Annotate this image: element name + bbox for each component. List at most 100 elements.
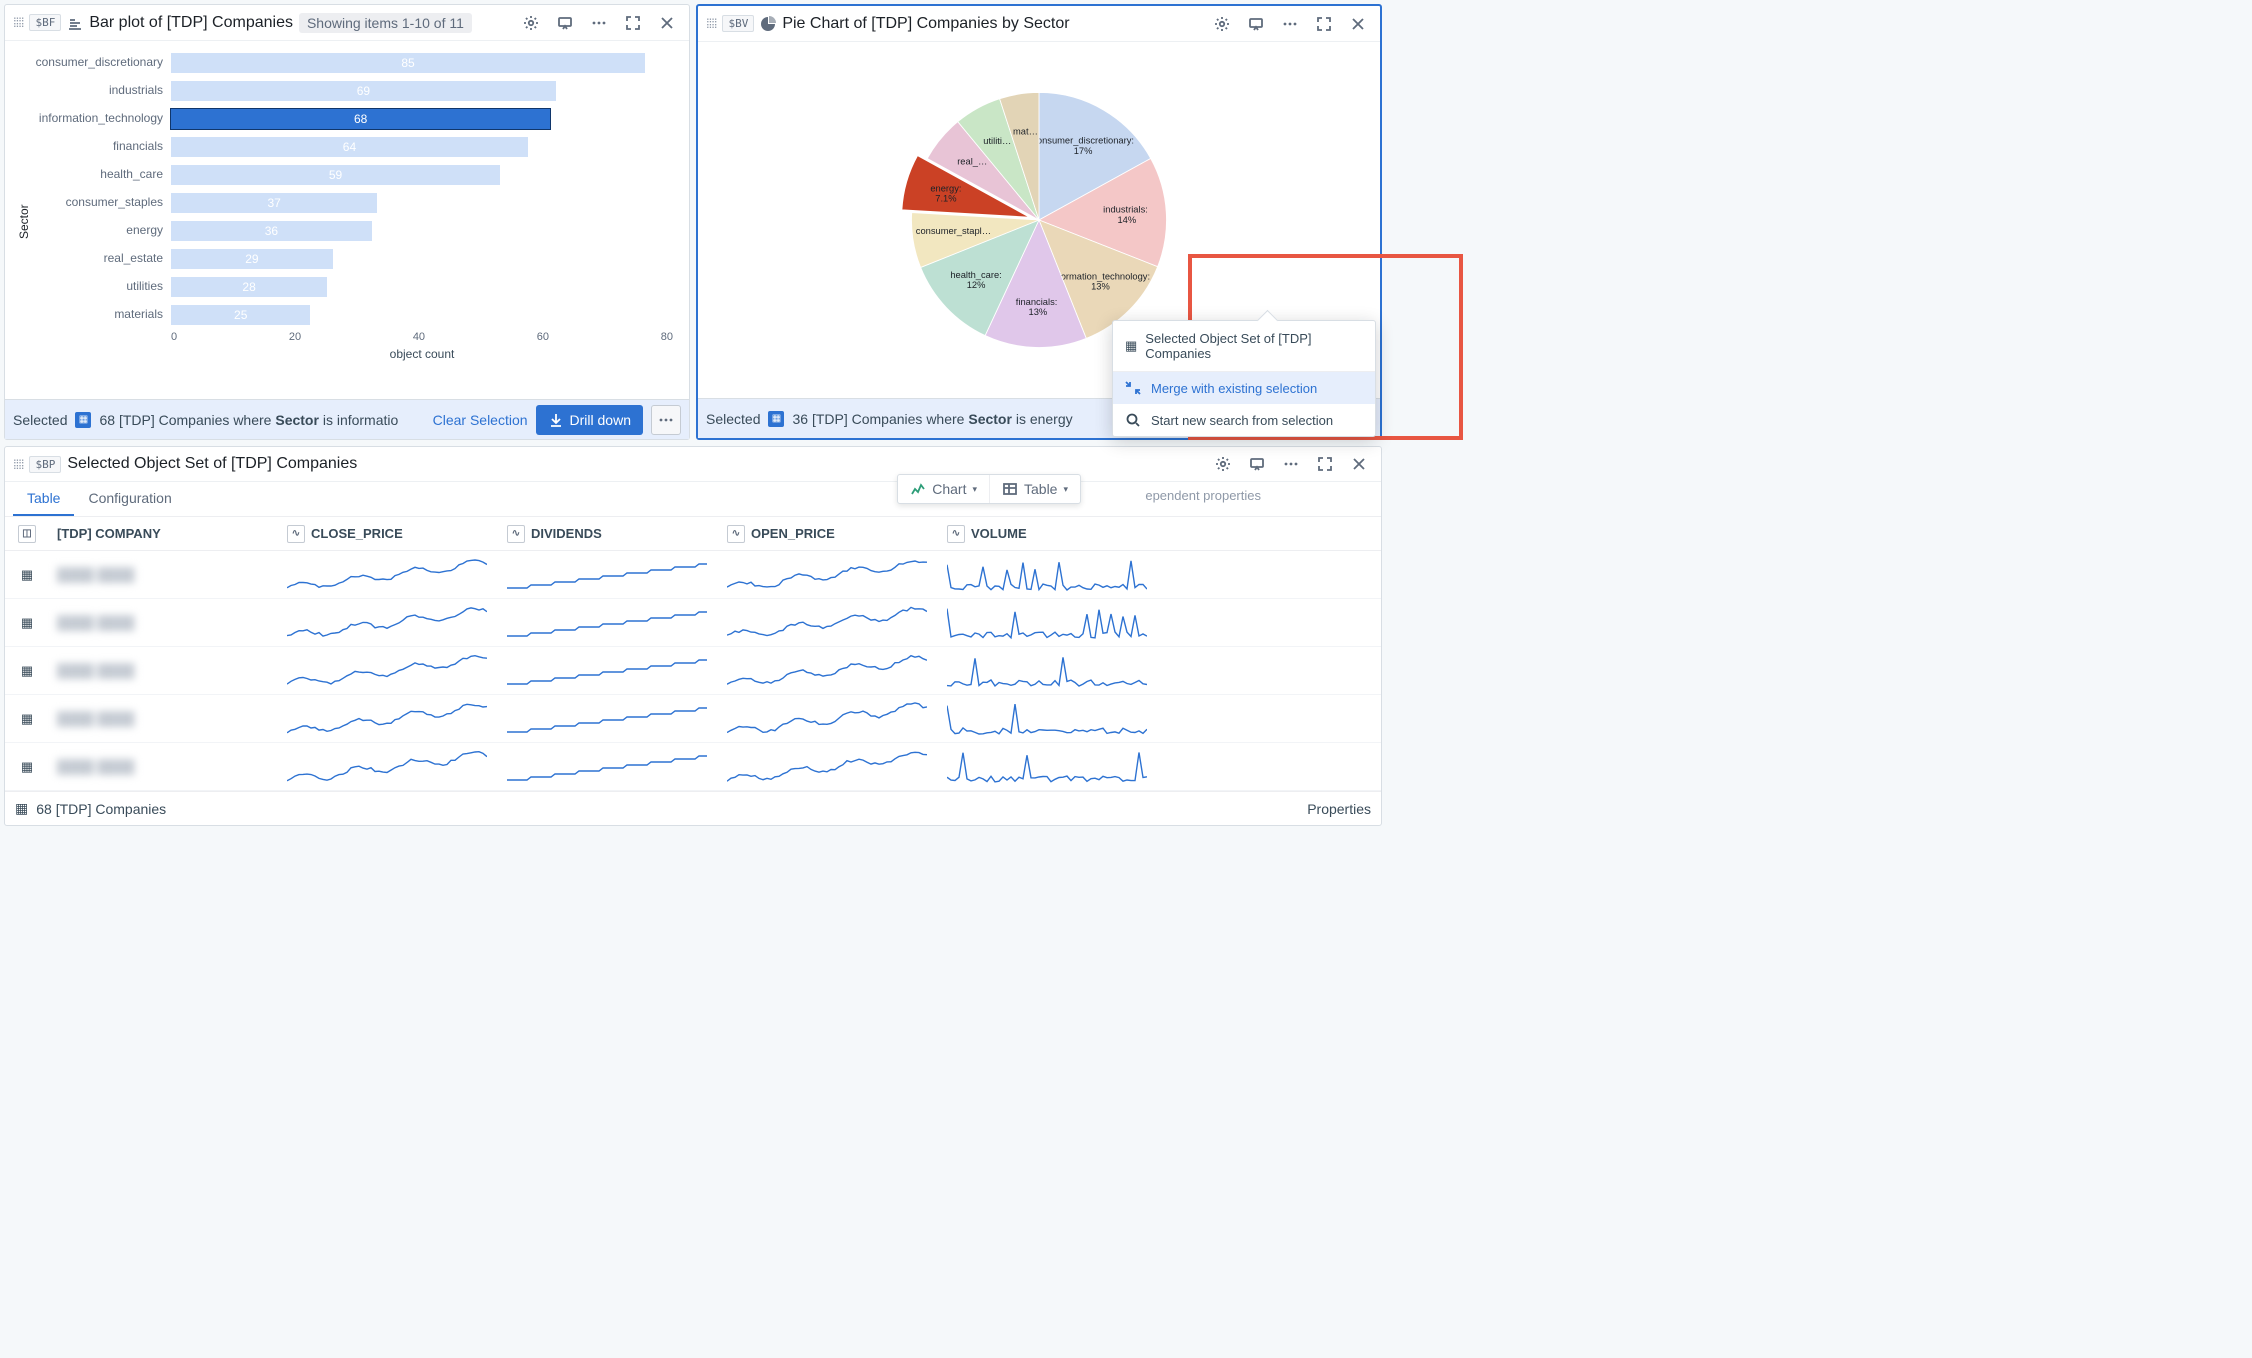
sparkline [947,748,1147,786]
sparkline [507,556,707,594]
bar-category-label: financials [35,140,163,153]
settings-button[interactable] [1208,10,1236,38]
present-button[interactable] [1243,450,1271,478]
clear-selection-link[interactable]: Clear Selection [433,412,528,428]
settings-button[interactable] [1209,450,1237,478]
pie-slice-label: consumer_stapl… [916,226,991,236]
selection-footer: Selected ▦ 68 [TDP] Companies where Sect… [5,399,689,439]
merge-selection-item[interactable]: Merge with existing selection [1113,372,1375,404]
object-type-icon: ◫ [18,525,36,543]
bar-segment[interactable]: 29 [171,249,333,269]
panel-title: Bar plot of [TDP] Companies [89,14,293,32]
object-icon: ▦ [21,663,33,679]
panel-tag: $BP [29,456,61,473]
bar-category-label: industrials [35,84,163,97]
table-row[interactable]: ▦ ████ ████ [5,551,1381,599]
panel-tag: $BV [722,15,754,32]
company-name: ████ ████ [57,567,134,582]
tab-table[interactable]: Table [13,482,74,516]
company-name: ████ ████ [57,711,134,726]
sparkline [287,604,487,642]
sparkline-icon: ∿ [947,525,965,543]
object-set-icon: ▦ [75,412,91,428]
bar-segment[interactable]: 64 [171,137,528,157]
drag-handle-icon[interactable]: ⁞⁞⁞⁞ [706,16,716,31]
bar-segment[interactable]: 28 [171,277,327,297]
data-grid: ◫ [TDP] COMPANY ∿CLOSE_PRICE ∿DIVIDENDS … [5,517,1381,791]
bar-category-label: energy [35,224,163,237]
chevron-down-icon: ▾ [972,484,977,495]
properties-link[interactable]: Properties [1307,801,1371,817]
object-set-panel: ⁞⁞⁞⁞ $BP Selected Object Set of [TDP] Co… [4,446,1382,826]
close-button[interactable] [653,9,681,37]
selection-popover: ▦ Selected Object Set of [TDP] Companies… [1112,320,1376,437]
drill-down-button[interactable]: Drill down [536,405,643,435]
status-count: 68 [TDP] Companies [36,801,166,817]
present-button[interactable] [551,9,579,37]
sparkline [727,604,927,642]
table-view-button[interactable]: Table▾ [989,475,1080,503]
panel-header: ⁞⁞⁞⁞ $BP Selected Object Set of [TDP] Co… [5,447,1381,482]
dependent-properties-label: ependent properties [1145,488,1261,503]
selection-more-button[interactable] [651,405,681,435]
company-name: ████ ████ [57,663,134,678]
column-header[interactable]: ∿VOLUME [939,525,1159,543]
table-row[interactable]: ▦ ████ ████ [5,695,1381,743]
company-name: ████ ████ [57,615,134,630]
expand-button[interactable] [619,9,647,37]
sparkline [727,556,927,594]
object-set-icon: ▦ [15,800,28,817]
object-icon: ▦ [21,567,33,583]
panel-subtitle: Showing items 1-10 of 11 [299,13,472,33]
bar-segment[interactable]: 68 [171,109,550,129]
bar-segment[interactable]: 25 [171,305,310,325]
sparkline [727,652,927,690]
bar-category-label: health_care [35,168,163,181]
expand-button[interactable] [1311,450,1339,478]
bar-segment[interactable]: 59 [171,165,500,185]
sparkline [507,700,707,738]
bar-segment[interactable]: 37 [171,193,377,213]
bar-category-label: consumer_staples [35,196,163,209]
present-button[interactable] [1242,10,1270,38]
expand-button[interactable] [1310,10,1338,38]
selection-text: 36 [TDP] Companies where Sector is energ… [792,411,1115,427]
table-row[interactable]: ▦ ████ ████ [5,743,1381,791]
drag-handle-icon[interactable]: ⁞⁞⁞⁞ [13,457,23,472]
bar-segment[interactable]: 69 [171,81,556,101]
object-icon: ▦ [21,711,33,727]
bar-chart-body: Sector consumer_​discretionary 85 industr… [5,41,689,399]
column-header[interactable]: ∿CLOSE_PRICE [279,525,499,543]
chart-view-button[interactable]: Chart▾ [898,475,989,503]
close-button[interactable] [1344,10,1372,38]
bar-y-axis-label: Sector [13,49,35,395]
object-set-icon: ▦ [768,411,784,427]
more-button[interactable] [1276,10,1304,38]
sparkline [727,700,927,738]
bar-segment[interactable]: 85 [171,53,645,73]
status-bar: ▦ 68 [TDP] Companies Properties [5,791,1381,825]
column-header[interactable]: ∿OPEN_PRICE [719,525,939,543]
tab-configuration[interactable]: Configuration [74,482,185,516]
bar-category-label: materials [35,308,163,321]
more-button[interactable] [585,9,613,37]
drag-handle-icon[interactable]: ⁞⁞⁞⁞ [13,15,23,30]
bar-segment[interactable]: 36 [171,221,372,241]
more-button[interactable] [1277,450,1305,478]
settings-button[interactable] [517,9,545,37]
pie-slice-label: mat… [1013,126,1038,136]
table-row[interactable]: ▦ ████ ████ [5,647,1381,695]
bar-chart-icon [67,15,83,31]
pie-slice-label: real_… [957,157,987,167]
close-button[interactable] [1345,450,1373,478]
panel-title: Selected Object Set of [TDP] Companies [67,455,357,473]
sparkline [287,700,487,738]
column-header[interactable]: ∿DIVIDENDS [499,525,719,543]
selected-label: Selected [706,411,760,427]
sparkline [507,652,707,690]
bar-category-label: consumer_​discretionary [35,56,163,69]
table-row[interactable]: ▦ ████ ████ [5,599,1381,647]
column-header[interactable]: [TDP] COMPANY [49,526,279,541]
new-search-item[interactable]: Start new search from selection [1113,404,1375,436]
sparkline [287,748,487,786]
